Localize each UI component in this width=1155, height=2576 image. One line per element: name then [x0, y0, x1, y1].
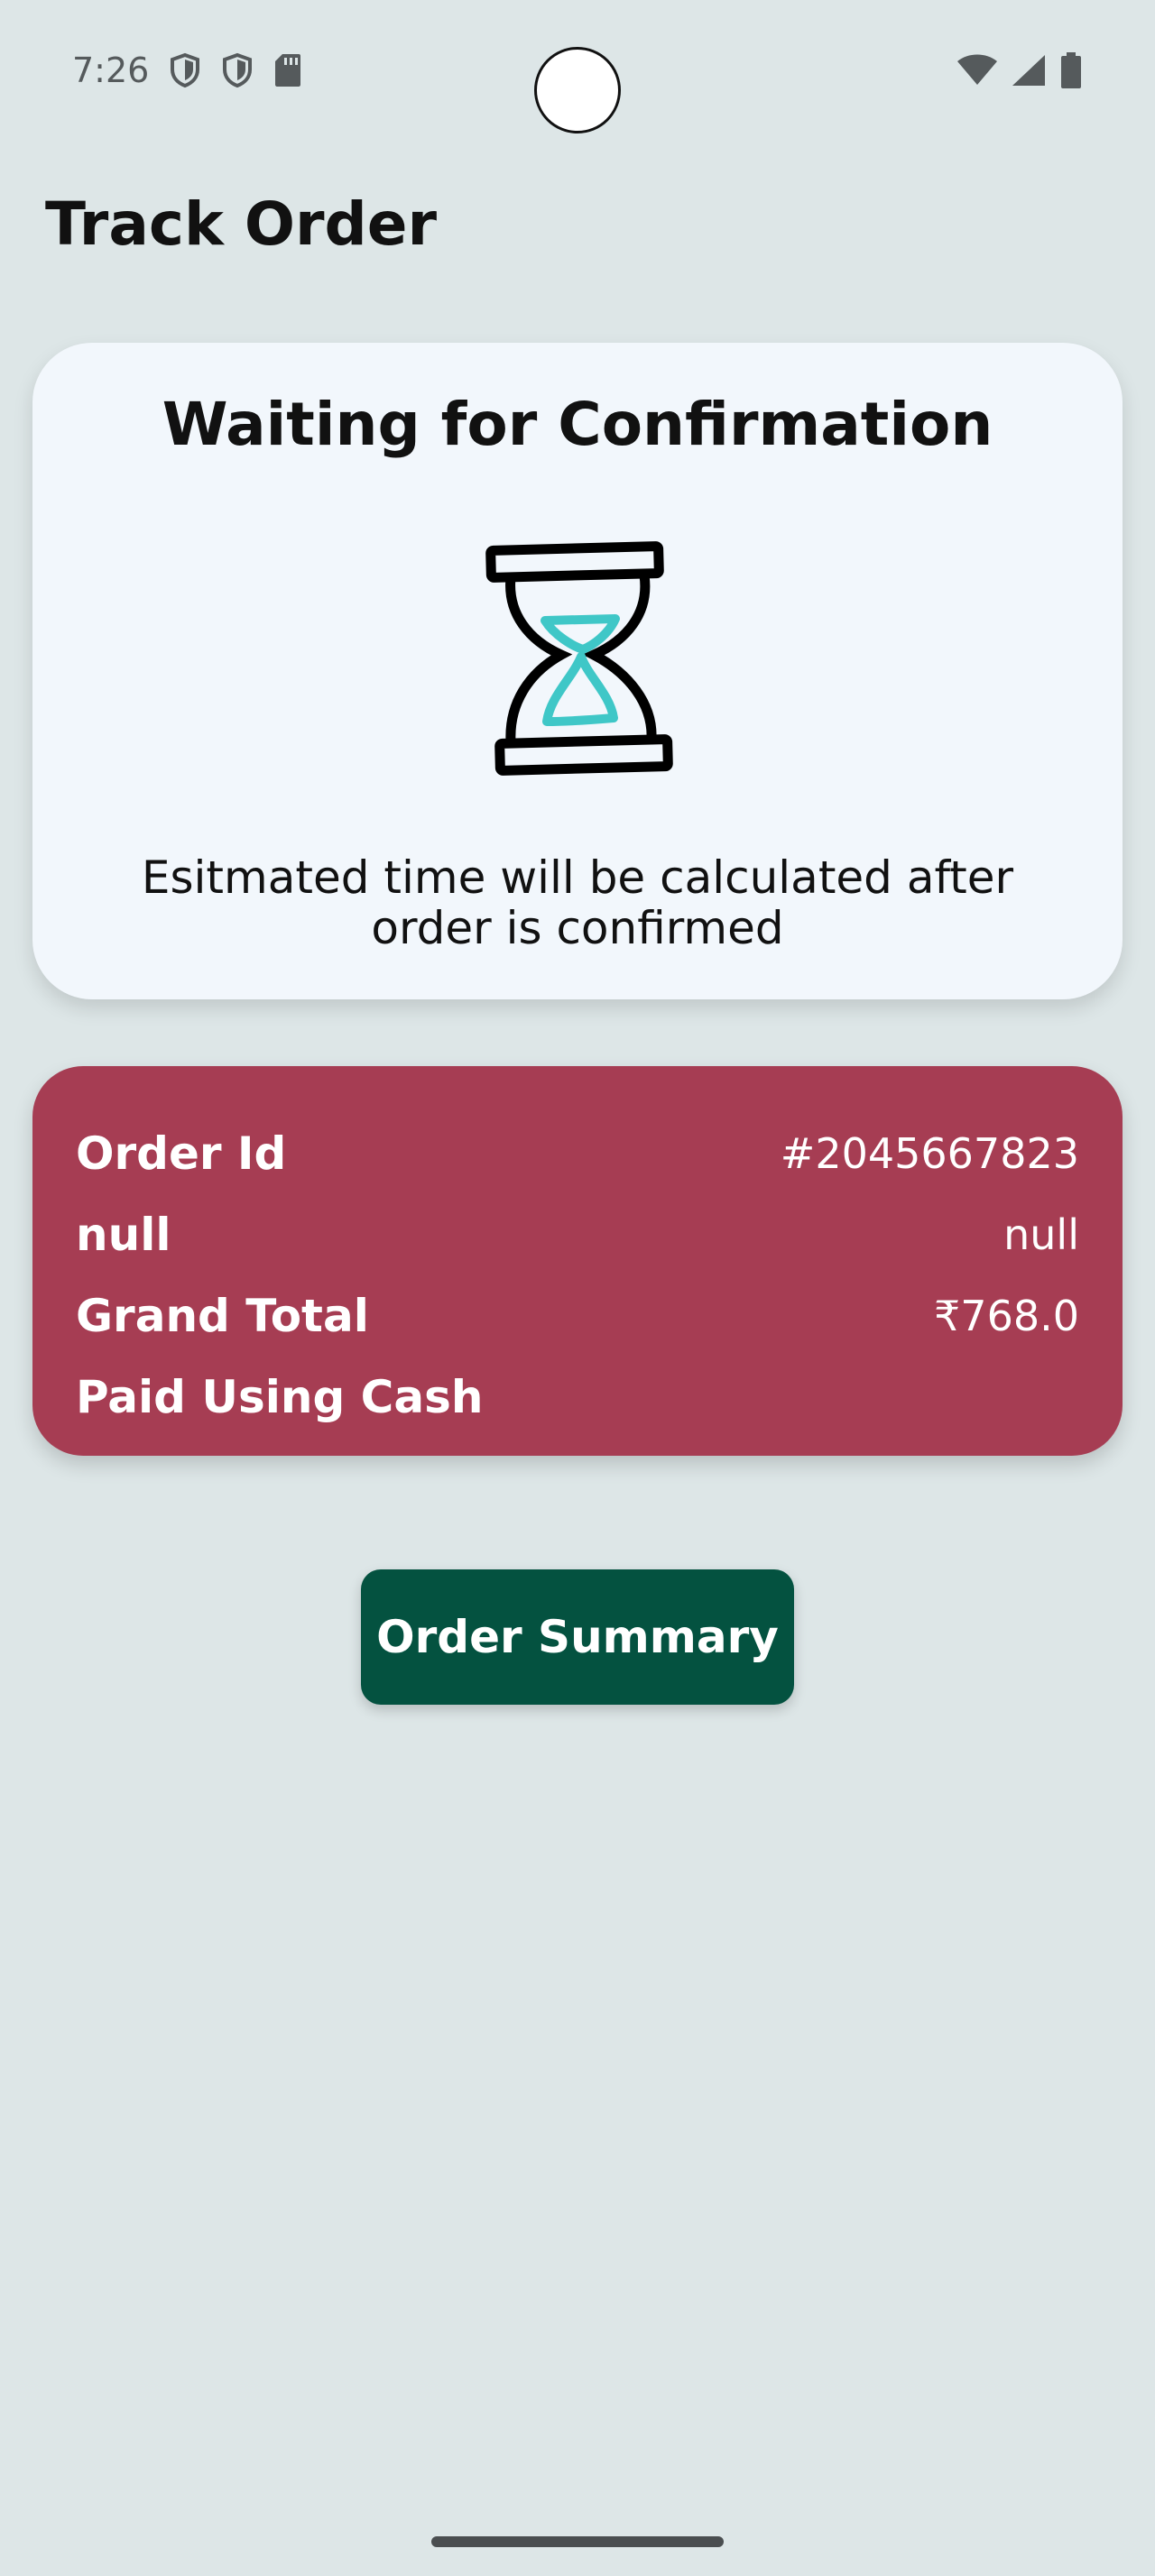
status-bar-left: 7:26 — [72, 51, 302, 90]
order-id-label: Order Id — [76, 1127, 287, 1180]
order-details-card: Order Id #2045667823 null null Grand Tot… — [32, 1066, 1123, 1456]
status-card-title: Waiting for Confirmation — [162, 390, 993, 459]
payment-method-label: Paid Using Cash — [76, 1371, 484, 1423]
shield-icon — [169, 52, 201, 88]
battery-icon — [1059, 51, 1083, 89]
order-summary-button[interactable]: Order Summary — [361, 1569, 794, 1705]
null-value: null — [1003, 1210, 1079, 1259]
estimated-time-message: Esitmated time will be calculated after … — [141, 851, 1014, 954]
null-row: null null — [76, 1194, 1079, 1275]
camera-cutout — [534, 47, 621, 133]
status-time: 7:26 — [72, 51, 150, 90]
hourglass-icon — [484, 541, 682, 776]
track-order-screen: 7:26 Track Order Waiting for Confirmatio… — [0, 0, 1155, 2576]
signal-icon — [1011, 53, 1047, 87]
order-id-row: Order Id #2045667823 — [76, 1113, 1079, 1194]
grand-total-label: Grand Total — [76, 1290, 369, 1342]
null-label: null — [76, 1209, 171, 1261]
grand-total-row: Grand Total ₹768.0 — [76, 1275, 1079, 1357]
status-bar-right — [956, 51, 1083, 89]
sd-card-icon — [273, 52, 302, 88]
payment-method-row: Paid Using Cash — [76, 1357, 1079, 1438]
grand-total-value: ₹768.0 — [934, 1292, 1079, 1340]
page-title: Track Order — [45, 189, 438, 259]
wifi-icon — [956, 54, 998, 87]
order-id-value: #2045667823 — [780, 1129, 1079, 1178]
shield-icon — [221, 52, 254, 88]
home-indicator[interactable] — [431, 2536, 724, 2547]
order-status-card: Waiting for Confirmation Esitmated time … — [32, 343, 1123, 999]
